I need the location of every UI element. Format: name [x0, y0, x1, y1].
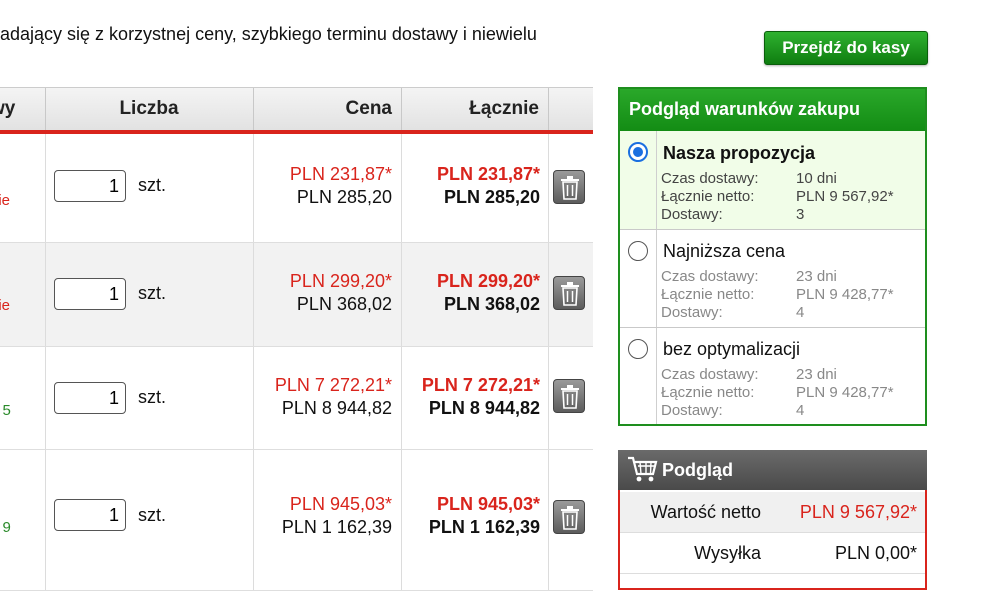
unit-price-gross: PLN 285,20 [296, 187, 392, 207]
option-lowest-price[interactable]: Najniższa cena Czas dostawy: 23 dni Łącz… [620, 230, 925, 328]
total-price-net: PLN 7 272,21* [421, 375, 540, 395]
net-total-label: Łącznie netto: [661, 188, 755, 205]
total-price-net: PLN 945,03* [436, 494, 540, 514]
unit-label: szt. [138, 387, 167, 407]
unit-label: szt. [138, 175, 167, 195]
table-row: nie szt. PLN 299,20* PLN 368,02 PLN 299,… [0, 243, 593, 347]
header-price: Cena [345, 98, 392, 119]
deliveries-value: 4 [796, 402, 805, 419]
delivery-time-label: Czas dostawy: [661, 366, 759, 383]
unit-price-net: PLN 7 272,21* [274, 375, 392, 395]
intro-text: ładający się z korzystnej ceny, szybkieg… [0, 24, 537, 44]
delivery-time-value: 23 dni [796, 268, 837, 285]
table-row: u 5 szt. PLN 7 272,21* PLN 8 944,82 PLN … [0, 347, 593, 450]
unit-price-gross: PLN 1 162,39 [281, 517, 392, 537]
purchase-conditions-panel: Podgląd warunków zakupu Nasza propozycja… [618, 87, 927, 426]
quantity-input[interactable] [54, 170, 126, 202]
unit-label: szt. [138, 283, 167, 303]
total-price-gross: PLN 285,20 [443, 187, 540, 207]
delivery-time-value: 10 dni [796, 170, 837, 187]
delete-button[interactable] [553, 379, 585, 413]
deliveries-value: 3 [796, 206, 805, 223]
quantity-input[interactable] [54, 278, 126, 310]
total-price-net: PLN 231,87* [436, 164, 540, 184]
availability-text: u 5 [0, 402, 11, 419]
header-quantity: Liczba [119, 98, 179, 119]
delivery-time-label: Czas dostawy: [661, 268, 759, 285]
purchase-conditions-title: Podgląd warunków zakupu [620, 89, 925, 131]
deliveries-label: Dostawy: [661, 206, 723, 223]
delete-button[interactable] [553, 276, 585, 310]
summary-label: Wysyłka [694, 543, 761, 563]
trash-icon [561, 176, 579, 200]
availability-text: u 9 [0, 519, 11, 536]
order-summary-title: Podgląd [662, 460, 733, 480]
unit-price-gross: PLN 368,02 [296, 294, 392, 314]
cart-icon [628, 456, 658, 482]
option-label: Najniższa cena [663, 241, 786, 261]
deliveries-value: 4 [796, 304, 805, 321]
radio-our-proposal[interactable] [628, 142, 648, 162]
cart-table: wy Liczba Cena Łącznie nie szt. PLN 231,… [0, 87, 593, 591]
checkout-button[interactable]: Przejdź do kasy [764, 31, 928, 65]
trash-icon [561, 385, 579, 409]
header-availability: wy [0, 98, 16, 119]
net-total-value: PLN 9 428,77* [796, 286, 894, 303]
unit-price-net: PLN 231,87* [289, 164, 392, 184]
delete-button[interactable] [553, 170, 585, 204]
delivery-time-label: Czas dostawy: [661, 170, 759, 187]
total-price-gross: PLN 368,02 [443, 294, 540, 314]
deliveries-label: Dostawy: [661, 402, 723, 419]
unit-price-net: PLN 945,03* [289, 494, 392, 514]
trash-icon [561, 506, 579, 530]
deliveries-label: Dostawy: [661, 304, 723, 321]
total-price-gross: PLN 8 944,82 [428, 398, 540, 418]
unit-price-net: PLN 299,20* [289, 271, 392, 291]
net-total-label: Łącznie netto: [661, 384, 755, 401]
delete-button[interactable] [553, 500, 585, 534]
radio-lowest-price[interactable] [628, 241, 648, 261]
summary-value: PLN 0,00* [834, 543, 917, 563]
summary-row-shipping: Wysyłka PLN 0,00* [620, 533, 925, 574]
availability-text: nie [0, 192, 11, 209]
total-price-net: PLN 299,20* [436, 271, 540, 291]
net-total-value: PLN 9 428,77* [796, 384, 894, 401]
unit-price-gross: PLN 8 944,82 [281, 398, 392, 418]
unit-label: szt. [138, 505, 167, 525]
option-no-optimization[interactable]: bez optymalizacji Czas dostawy: 23 dni Ł… [620, 328, 925, 424]
summary-row-net-value: Wartość netto PLN 9 567,92* [620, 492, 925, 533]
option-our-proposal[interactable]: Nasza propozycja Czas dostawy: 10 dni Łą… [620, 131, 925, 230]
availability-text: nie [0, 297, 11, 314]
trash-icon [561, 282, 579, 306]
order-summary-header: Podgląd [618, 450, 927, 490]
cart-table-header: wy Liczba Cena Łącznie [0, 87, 593, 134]
net-total-value: PLN 9 567,92* [796, 188, 894, 205]
quantity-input[interactable] [54, 382, 126, 414]
option-label: bez optymalizacji [663, 339, 801, 359]
radio-no-optimization[interactable] [628, 339, 648, 359]
table-row: nie szt. PLN 231,87* PLN 285,20 PLN 231,… [0, 134, 593, 243]
summary-label: Wartość netto [650, 502, 761, 522]
table-row: u 9 szt. PLN 945,03* PLN 1 162,39 PLN 94… [0, 450, 593, 591]
summary-value: PLN 9 567,92* [799, 502, 917, 522]
option-label: Nasza propozycja [663, 143, 816, 163]
net-total-label: Łącznie netto: [661, 286, 755, 303]
quantity-input[interactable] [54, 499, 126, 531]
delivery-time-value: 23 dni [796, 366, 837, 383]
order-summary-panel: Podgląd Wartość netto PLN 9 567,92* Wysy… [618, 450, 927, 590]
header-total: Łącznie [469, 98, 539, 119]
total-price-gross: PLN 1 162,39 [428, 517, 540, 537]
